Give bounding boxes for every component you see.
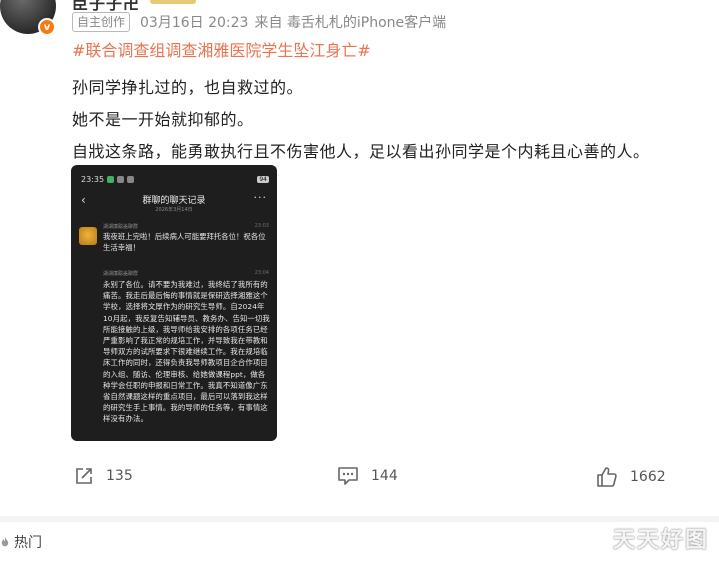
- post-image[interactable]: 23:35 94 ‹ 群聊的聊天记录 2026年3月14日 ··· 湖湖廉聪盖聊…: [71, 165, 277, 441]
- phone-chat-date: 2026年3月14日: [155, 207, 193, 213]
- phone-battery: 94: [257, 175, 269, 183]
- post-line-2: 她不是一开始就抑郁的。: [72, 110, 254, 129]
- username-emoji-icon: [150, 0, 196, 4]
- post-meta: 自主创作 03月16日 20:23 来自 毒舌札札的iPhone客户端: [72, 12, 446, 32]
- post-source: 来自 毒舌札札的iPhone客户端: [254, 15, 447, 31]
- hashtag-link[interactable]: #联合调查组调查湘雅医院学生坠江身亡#: [72, 40, 692, 62]
- phone-status-bar: 23:35 94: [81, 173, 269, 185]
- phone-chat-title: 群聊的聊天记录: [142, 196, 206, 206]
- post-date: 03月16日 20:23: [140, 15, 249, 31]
- phone-sender-name: 湖湖廉聪盖聊群: [103, 271, 139, 277]
- action-bar: 135 144 1662: [0, 466, 719, 492]
- phone-sender-avatar: [79, 227, 97, 245]
- like-count: 1662: [630, 469, 666, 485]
- phone-message-time: 23:04: [254, 270, 269, 276]
- notification-icon: [117, 175, 125, 183]
- share-icon: [76, 468, 92, 484]
- phone-more-icon: ···: [253, 191, 267, 204]
- section-divider: [0, 516, 719, 522]
- like-button[interactable]: 1662: [596, 466, 666, 488]
- share-count: 135: [106, 468, 133, 484]
- wechat-icon: [107, 175, 115, 183]
- phone-chat-header: ‹ 群聊的聊天记录 2026年3月14日 ···: [71, 191, 277, 219]
- hot-icon: [1, 537, 9, 547]
- phone-message-time: 23:03: [254, 223, 269, 229]
- comment-icon: [338, 467, 358, 485]
- comment-button[interactable]: 144: [337, 466, 398, 486]
- post-body: #联合调查组调查湘雅医院学生坠江身亡# 孙同学挣扎过的，也自救过的。 她不是一开…: [72, 40, 692, 164]
- post-line-1: 孙同学挣扎过的，也自救过的。: [72, 78, 304, 97]
- thumbs-up-icon: [597, 467, 617, 487]
- phone-message-text: 我夜班上完啦！后续病人可能要拜托各位！祝各位生活幸福！: [103, 232, 266, 252]
- comment-count: 144: [371, 468, 398, 484]
- post-line-3: 自戕这条路，能勇敢执行且不伤害他人，足以看出孙同学是个内耗且心善的人。: [72, 142, 650, 161]
- share-button[interactable]: 135: [74, 466, 133, 486]
- app-icon: [127, 175, 135, 183]
- original-tag: 自主创作: [72, 12, 131, 32]
- hot-label: 热门: [14, 535, 42, 551]
- verified-badge-icon: v: [38, 18, 56, 36]
- phone-status-time: 23:35: [81, 174, 105, 184]
- watermark: 天天好图: [612, 528, 709, 553]
- hot-comments-tab[interactable]: 热门: [0, 532, 42, 552]
- phone-message-text: 永别了各位。请不要为我难过，我终结了我所有的痛苦。我走后最后悔的事情就是保研选择…: [103, 280, 270, 424]
- phone-sender-name: 湖湖廉聪盖聊群: [103, 224, 139, 230]
